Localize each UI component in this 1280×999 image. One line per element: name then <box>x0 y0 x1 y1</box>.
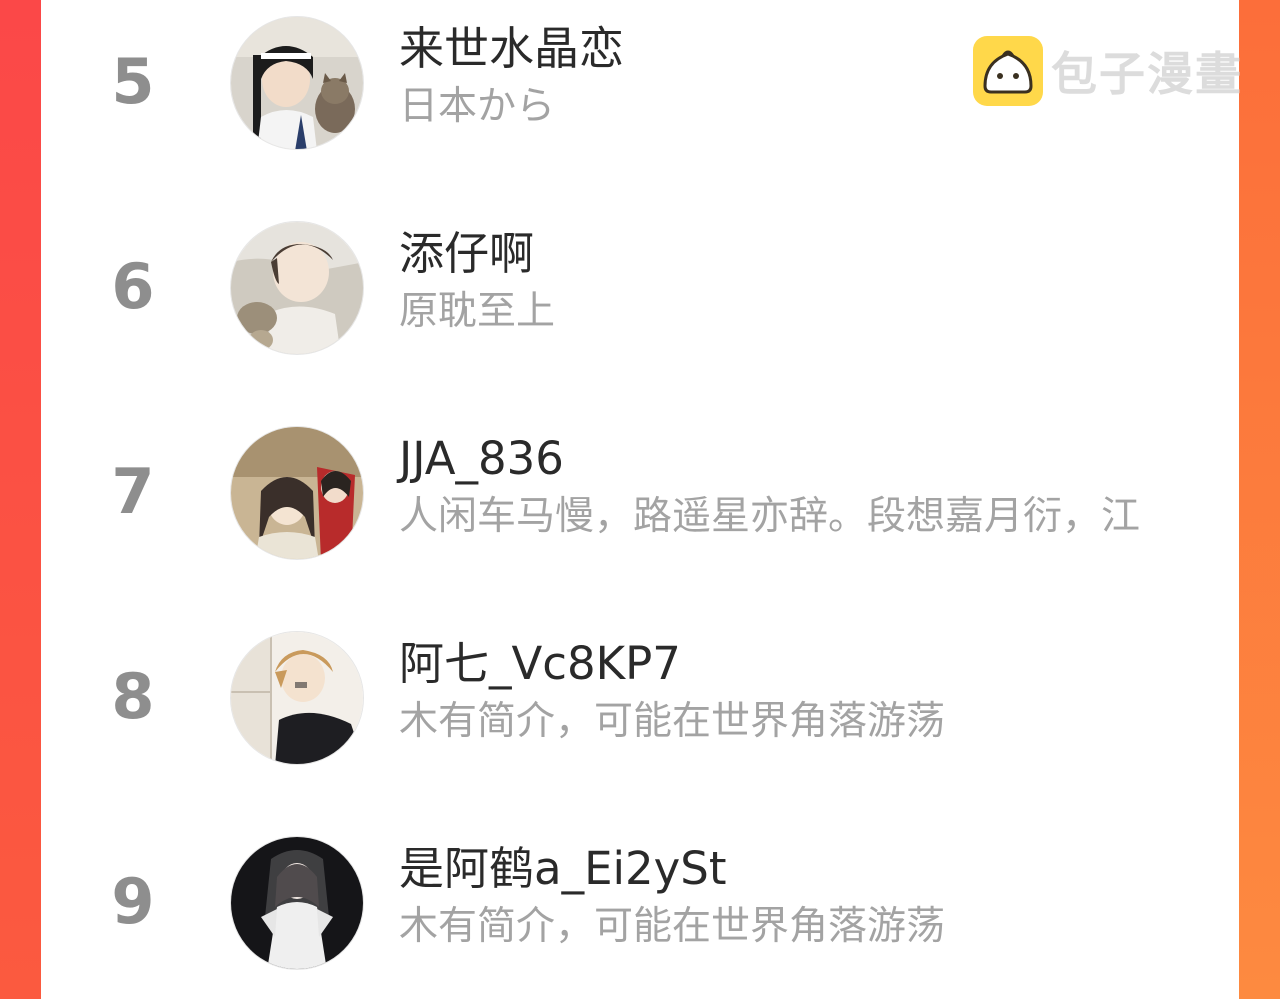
watermark-text: 包子漫畫 <box>1051 47 1243 101</box>
user-bio: 木有简介，可能在世界角落游荡 <box>399 904 946 949</box>
rank-number: 5 <box>111 45 155 118</box>
ranking-row[interactable]: 7 JJA_836 人闲车马慢，路遥星亦辞。段想嘉月衍，江 <box>41 423 1239 563</box>
user-name[interactable]: 是阿鹤a_Ei2ySt <box>399 841 726 897</box>
rank-number: 7 <box>111 455 155 528</box>
avatar[interactable] <box>230 426 364 560</box>
ranking-list-panel: 5 来世水晶恋 日本から 6 添仔啊 原耽至上 7 JJA_836 人闲车马慢，… <box>41 0 1239 999</box>
avatar[interactable] <box>230 221 364 355</box>
user-bio: 人闲车马慢，路遥星亦辞。段想嘉月衍，江 <box>399 494 1141 539</box>
rank-number: 6 <box>111 250 155 323</box>
left-accent-bar <box>0 0 41 999</box>
user-name[interactable]: 添仔啊 <box>399 226 534 282</box>
user-bio: 原耽至上 <box>399 289 556 334</box>
bun-icon <box>973 36 1043 106</box>
avatar[interactable] <box>230 631 364 765</box>
ranking-row[interactable]: 9 是阿鹤a_Ei2ySt 木有简介，可能在世界角落游荡 <box>41 833 1239 973</box>
watermark: 包子漫畫 <box>973 36 1243 106</box>
ranking-row[interactable]: 8 阿七_Vc8KP7 木有简介，可能在世界角落游荡 <box>41 628 1239 768</box>
avatar[interactable] <box>230 16 364 150</box>
user-name[interactable]: 阿七_Vc8KP7 <box>399 636 681 692</box>
ranking-row[interactable]: 6 添仔啊 原耽至上 <box>41 218 1239 358</box>
rank-number: 8 <box>111 660 155 733</box>
user-bio: 日本から <box>399 84 556 129</box>
user-name[interactable]: JJA_836 <box>399 431 564 487</box>
rank-number: 9 <box>111 865 155 938</box>
user-name[interactable]: 来世水晶恋 <box>399 21 624 77</box>
right-accent-bar <box>1239 0 1280 999</box>
user-bio: 木有简介，可能在世界角落游荡 <box>399 699 946 744</box>
avatar[interactable] <box>230 836 364 970</box>
